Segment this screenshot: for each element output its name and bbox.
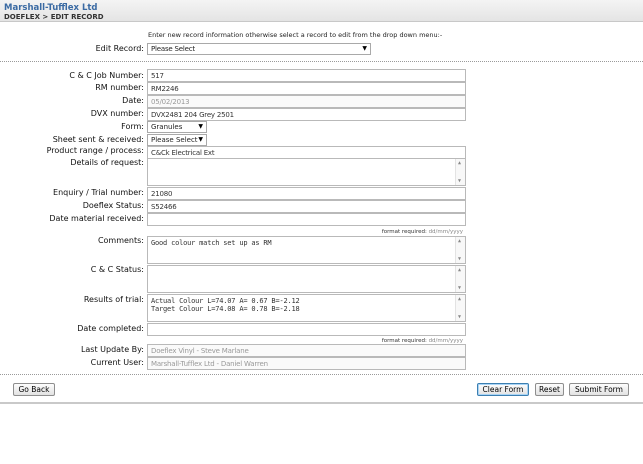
enquiry-label: Enquiry / Trial number: — [53, 188, 144, 197]
results-scrollbar[interactable]: ▲ ▼ — [455, 295, 465, 321]
details-label: Details of request: — [70, 158, 144, 167]
scroll-down-icon[interactable]: ▼ — [458, 285, 461, 291]
date-label: Date: — [122, 96, 144, 105]
comments-scrollbar[interactable]: ▲ ▼ — [455, 237, 465, 263]
rm-number-value: RM2246 — [151, 85, 179, 93]
divider — [0, 61, 643, 62]
date-material-input[interactable] — [147, 213, 466, 226]
scroll-down-icon[interactable]: ▼ — [458, 256, 461, 262]
job-number-label: C & C Job Number: — [69, 71, 144, 80]
rm-number-input[interactable]: RM2246 — [147, 82, 466, 95]
job-number-input[interactable]: 517 — [147, 69, 466, 82]
format-hint-format: dd/mm/yyyy — [428, 229, 463, 235]
comments-textarea[interactable]: Good colour match set up as RM ▲ ▼ — [147, 236, 466, 264]
date-completed-input[interactable] — [147, 323, 466, 336]
divider — [0, 374, 643, 375]
last-update-input: Doeflex Vinyl - Steve Marlane — [147, 344, 466, 357]
cc-status-textarea[interactable]: ▲ ▼ — [147, 265, 466, 293]
company-name: Marshall-Tufflex Ltd — [4, 3, 98, 13]
comments-value: Good colour match set up as RM — [151, 239, 272, 247]
sheet-sent-value: Please Select — [151, 136, 198, 144]
scroll-up-icon[interactable]: ▲ — [458, 238, 461, 244]
enquiry-input[interactable]: 21080 — [147, 187, 466, 200]
doeflex-status-input[interactable]: S52466 — [147, 200, 466, 213]
edit-record-label: Edit Record: — [95, 44, 144, 53]
intro-text: Enter new record information otherwise s… — [148, 31, 443, 39]
details-textarea[interactable]: ▲ ▼ — [147, 158, 466, 186]
chevron-down-icon: ▼ — [198, 123, 203, 130]
dvx-number-input[interactable]: DVX2481 204 Grey 2501 — [147, 108, 466, 121]
scroll-down-icon[interactable]: ▼ — [458, 314, 461, 320]
clear-form-button[interactable]: Clear Form — [477, 383, 529, 396]
dvx-number-label: DVX number: — [90, 109, 144, 118]
comments-label: Comments: — [97, 236, 144, 245]
doeflex-status-label: Doeflex Status: — [82, 201, 144, 210]
current-user-input: Marshall-Tufflex Ltd - Daniel Warren — [147, 357, 466, 370]
product-range-value: C&Ck Electrical Ext — [151, 149, 215, 157]
sheet-sent-select[interactable]: Please Select ▼ — [147, 134, 207, 146]
date-value: 05/02/2013 — [151, 98, 190, 106]
product-range-label: Product range / process: — [46, 146, 144, 155]
edit-record-value: Please Select — [151, 45, 195, 53]
go-back-button[interactable]: Go Back — [13, 383, 55, 396]
format-hint: format required: dd/mm/yyyy — [382, 229, 463, 235]
date-completed-label: Date completed: — [77, 324, 144, 333]
reset-button[interactable]: Reset — [535, 383, 564, 396]
current-user-value: Marshall-Tufflex Ltd - Daniel Warren — [151, 360, 268, 368]
scroll-up-icon[interactable]: ▲ — [458, 160, 461, 166]
results-textarea[interactable]: Actual Colour L=74.07 A= 0.67 B=-2.12 Ta… — [147, 294, 466, 322]
chevron-down-icon: ▼ — [198, 136, 203, 143]
submit-form-button[interactable]: Submit Form — [569, 383, 629, 396]
scroll-up-icon[interactable]: ▲ — [458, 267, 461, 273]
cc-status-scrollbar[interactable]: ▲ ▼ — [455, 266, 465, 292]
form-select[interactable]: Granules ▼ — [147, 121, 207, 133]
format-hint-text: format required: — [381, 229, 427, 235]
scroll-up-icon[interactable]: ▲ — [458, 296, 461, 302]
chevron-down-icon: ▼ — [362, 45, 367, 52]
last-update-label: Last Update By: — [80, 345, 144, 354]
enquiry-value: 21080 — [151, 190, 173, 198]
breadcrumb: DOEFLEX > EDIT RECORD — [4, 13, 104, 21]
cc-status-label: C & C Status: — [90, 265, 144, 274]
results-label: Results of trial: — [83, 295, 144, 304]
current-user-label: Current User: — [90, 358, 144, 367]
results-line: Actual Colour L=74.07 A= 0.67 B=-2.12 — [151, 297, 300, 305]
sheet-sent-label: Sheet sent & received: — [52, 135, 144, 144]
date-material-label: Date material received: — [49, 214, 144, 223]
edit-record-select[interactable]: Please Select ▼ — [147, 43, 371, 55]
footer-rule — [0, 402, 643, 404]
form-select-value: Granules — [151, 123, 183, 131]
doeflex-status-value: S52466 — [151, 203, 177, 211]
scroll-down-icon[interactable]: ▼ — [458, 178, 461, 184]
job-number-value: 517 — [151, 72, 164, 80]
results-line: Target Colour L=74.08 A= 0.78 B=-2.18 — [151, 305, 300, 313]
last-update-value: Doeflex Vinyl - Steve Marlane — [151, 347, 249, 355]
form-label: Form: — [121, 122, 144, 131]
rm-number-label: RM number: — [95, 83, 144, 92]
details-scrollbar[interactable]: ▲ ▼ — [455, 159, 465, 185]
dvx-number-value: DVX2481 204 Grey 2501 — [151, 111, 234, 119]
app-header: Marshall-Tufflex Ltd DOEFLEX > EDIT RECO… — [0, 0, 643, 22]
date-input[interactable]: 05/02/2013 — [147, 95, 466, 108]
